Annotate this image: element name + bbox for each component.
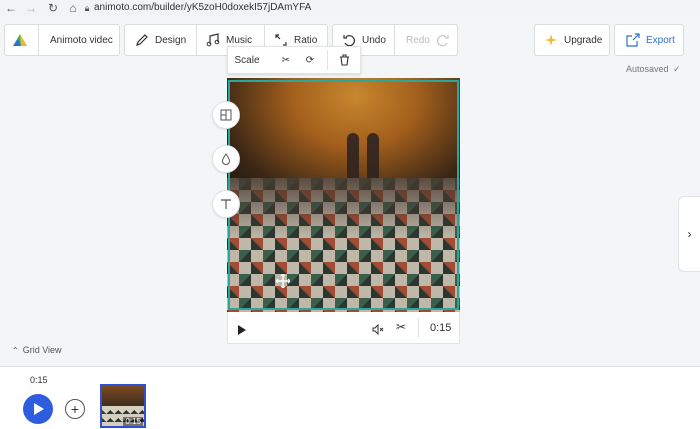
divider (327, 50, 328, 70)
divider (394, 24, 395, 56)
lock-icon: 🔒︎ (84, 3, 90, 13)
move-icon[interactable] (275, 273, 291, 289)
volume-mute-icon[interactable] (372, 322, 384, 340)
ratio-label: Ratio (294, 34, 318, 46)
trim-scissors-icon[interactable]: ✂ (396, 320, 406, 334)
music-label: Music (226, 34, 253, 46)
pencil-icon (136, 34, 148, 46)
autosaved-status: Autosaved ✓ (626, 64, 681, 75)
plus-icon: + (70, 401, 80, 417)
text-tool-button[interactable] (212, 190, 240, 218)
reload-icon[interactable]: ↻ (46, 0, 60, 16)
undo-icon (343, 35, 355, 47)
redo-button[interactable]: Redo (406, 24, 450, 56)
play-icon (33, 403, 44, 415)
upgrade-content[interactable]: Upgrade (544, 24, 602, 56)
panel-expand-tab[interactable]: › (678, 196, 700, 272)
scissors-icon[interactable]: ✂ (276, 46, 296, 74)
sparkle-icon (545, 34, 557, 46)
add-block-button[interactable]: + (65, 399, 85, 419)
selection-border (228, 80, 459, 310)
autosaved-label: Autosaved (626, 64, 669, 74)
divider (38, 24, 39, 56)
project-name[interactable]: Animoto videc (50, 24, 113, 56)
design-label: Design (155, 34, 187, 46)
block-player-bar (227, 312, 460, 344)
divider (196, 24, 197, 56)
droplet-icon (221, 153, 231, 165)
upgrade-label: Upgrade (564, 34, 603, 46)
home-icon[interactable]: ⌂ (66, 0, 80, 16)
forward-icon[interactable]: → (24, 0, 38, 16)
block-duration: 0:15 (430, 322, 452, 334)
play-icon[interactable] (238, 322, 246, 340)
text-icon (221, 199, 231, 209)
thumbnail-duration: 0:15 (123, 417, 143, 426)
color-tool-button[interactable] (212, 145, 240, 173)
rotate-icon[interactable]: ⟳ (300, 46, 320, 74)
layout-icon (220, 109, 232, 121)
trash-icon[interactable] (334, 46, 354, 74)
export-label: Export (646, 34, 675, 46)
scale-button[interactable]: Scale (232, 46, 262, 74)
redo-label: Redo (406, 34, 430, 46)
grid-view-toggle[interactable]: ⌃ Grid View (12, 345, 62, 355)
crop-ratio-icon (275, 34, 287, 46)
animoto-logo-icon (12, 24, 34, 56)
chevron-up-icon: ⌃ (12, 345, 19, 355)
url-text[interactable]: animoto.com/builder/yK5zoH0doxekI57jDAmY… (94, 0, 311, 16)
timeline-block-thumbnail[interactable]: 0:15 (100, 384, 146, 428)
timeline-total-time: 0:15 (30, 375, 48, 385)
design-button[interactable]: Design (135, 24, 186, 56)
check-icon: ✓ (673, 64, 681, 74)
undo-label: Undo (362, 34, 386, 46)
divider (418, 318, 419, 338)
redo-icon (436, 35, 449, 47)
play-video-button[interactable] (23, 394, 53, 424)
grid-view-label: Grid View (22, 345, 62, 355)
chevron-right-icon: › (687, 227, 692, 241)
export-icon (626, 33, 640, 47)
layout-tool-button[interactable] (212, 101, 240, 129)
export-content[interactable]: Export (626, 24, 675, 56)
music-note-icon (206, 33, 220, 47)
back-icon[interactable]: ← (4, 0, 18, 16)
